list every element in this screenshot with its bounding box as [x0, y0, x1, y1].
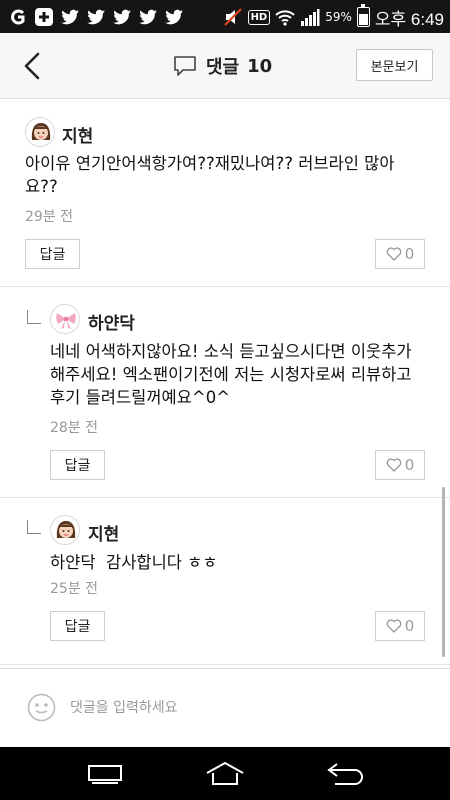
view-post-button[interactable]: 본문보기: [356, 49, 433, 81]
battery-percent: 59%: [325, 10, 352, 24]
recent-apps-icon: [88, 765, 122, 784]
like-button[interactable]: 0: [375, 239, 425, 269]
header-title-group: 댓글 10: [172, 51, 272, 81]
heart-icon: [386, 619, 402, 633]
back-nav-button[interactable]: [320, 757, 370, 791]
smiley-icon: [27, 693, 56, 722]
twitter-icon: [138, 7, 158, 27]
comment-author[interactable]: 지현: [88, 520, 119, 545]
status-bar: HD 59% 오후 6:49: [0, 0, 450, 33]
twitter-icon: [60, 7, 80, 27]
twitter-icon: [164, 7, 184, 27]
battery-level: [358, 14, 368, 25]
system-indicators: HD 59% 오후 6:49: [223, 4, 444, 29]
page-title: 댓글: [206, 57, 240, 78]
comment-input[interactable]: 댓글을 입력하세요: [70, 697, 430, 721]
back-arrow-icon: [327, 763, 363, 785]
heart-icon: [386, 458, 402, 472]
chevron-left-icon: [24, 52, 40, 80]
ribbon-avatar-icon[interactable]: [50, 304, 80, 334]
reply-comment-item: 하얀닥 네네 어색하지않아요! 소식 듣고싶으시다면 이웃추가해주세요! 엑소팬…: [0, 288, 450, 498]
mute-icon: [223, 7, 243, 27]
girl-avatar-icon[interactable]: [25, 117, 55, 147]
twitter-icon: [112, 7, 132, 27]
home-button[interactable]: [200, 757, 250, 791]
comment-text: 네네 어색하지않아요! 소식 듣고싶으시다면 이웃추가해주세요! 엑소팬이기전에…: [50, 342, 412, 407]
comment-input-bar: 댓글을 입력하세요: [0, 668, 450, 747]
clock: 오후 6:49: [374, 9, 444, 29]
notification-icons: [8, 5, 184, 29]
app-notification-icon: [8, 7, 28, 27]
heart-icon: [386, 247, 402, 261]
comment-time: 29분 전: [25, 209, 74, 225]
signal-icon: [300, 7, 320, 27]
comment-text: 아이유 연기안어색항가여??재밌나여?? 러브라인 많아요??: [25, 154, 395, 196]
like-count: 0: [404, 245, 415, 263]
like-button[interactable]: 0: [375, 450, 425, 480]
emoticon-button[interactable]: [27, 693, 56, 722]
speech-bubble-icon: [174, 56, 196, 76]
reply-indicator-icon: [27, 310, 41, 324]
comment-author[interactable]: 하얀닥: [88, 309, 135, 334]
comment-item: 지현 아이유 연기안어색항가여??재밌나여?? 러브라인 많아요?? 29분 전…: [0, 100, 450, 287]
plus-notification-icon: [34, 7, 54, 27]
battery-icon: [356, 4, 370, 27]
like-button[interactable]: 0: [375, 611, 425, 641]
reply-comment-item: 지현 하얀닥 감사합니다 ㅎㅎ 25분 전 답글 0: [0, 499, 450, 665]
comment-count: 10: [247, 55, 273, 77]
girl-avatar-icon[interactable]: [50, 515, 80, 545]
comment-time: 28분 전: [50, 420, 99, 436]
recent-apps-button[interactable]: [80, 757, 130, 791]
hd-voice-badge: HD: [247, 9, 271, 25]
twitter-icon: [86, 7, 106, 27]
wifi-icon: [275, 7, 295, 27]
comment-author[interactable]: 지현: [62, 122, 93, 147]
reply-button[interactable]: 답글: [50, 450, 105, 480]
home-icon: [206, 761, 244, 785]
reply-button[interactable]: 답글: [50, 611, 105, 641]
comment-time: 25분 전: [50, 581, 99, 597]
reply-button[interactable]: 답글: [25, 239, 80, 269]
comments-header: 댓글 10 본문보기: [0, 33, 450, 99]
back-button[interactable]: [18, 51, 48, 81]
like-count: 0: [404, 617, 415, 635]
scrollbar[interactable]: [442, 487, 445, 657]
comment-text: 하얀닥 감사합니다 ㅎㅎ: [50, 553, 218, 572]
like-count: 0: [404, 456, 415, 474]
system-nav-bar: [0, 747, 450, 800]
reply-indicator-icon: [27, 520, 41, 534]
